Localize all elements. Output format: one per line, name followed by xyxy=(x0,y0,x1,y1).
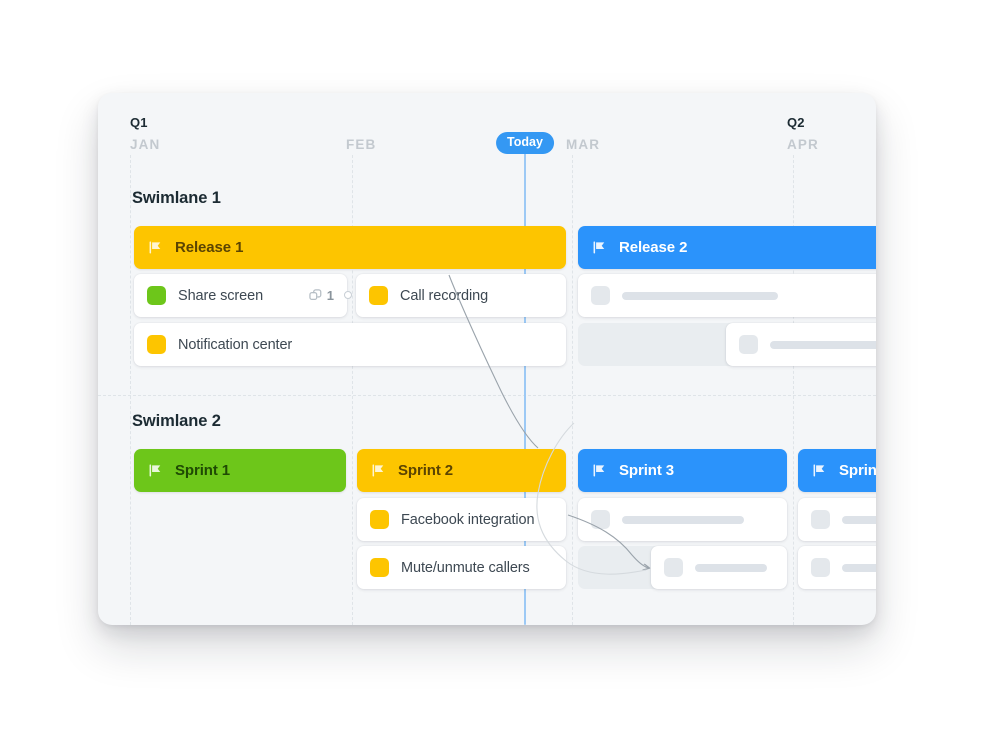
month-label-mar: MAR xyxy=(566,137,601,152)
quarter-label-q2: Q2 xyxy=(787,115,805,130)
flag-icon xyxy=(813,464,825,477)
placeholder-card xyxy=(798,546,876,589)
epic-bar-label: Sprint 3 xyxy=(619,462,675,479)
placeholder-swatch xyxy=(591,286,610,305)
epic-bar-sprint-2[interactable]: Sprint 2 xyxy=(357,449,566,492)
relations-count: 1 xyxy=(326,288,334,303)
relations-indicator[interactable]: 1 xyxy=(308,288,334,303)
swimlane-title-2: Swimlane 2 xyxy=(132,412,221,430)
flag-icon xyxy=(149,464,161,477)
swimlane-title-1: Swimlane 1 xyxy=(132,189,221,207)
epic-bar-label: Sprint 1 xyxy=(175,462,231,479)
task-card-label: Share screen xyxy=(178,287,264,304)
task-card-call-recording[interactable]: Call recording xyxy=(356,274,566,317)
placeholder-swatch xyxy=(811,510,830,529)
placeholder-swatch xyxy=(739,335,758,354)
epic-bar-sprint-3[interactable]: Sprint 3 xyxy=(578,449,787,492)
flag-icon xyxy=(149,241,161,254)
epic-bar-label: Release 2 xyxy=(619,239,688,256)
month-label-jan: JAN xyxy=(130,137,161,152)
today-marker[interactable]: Today xyxy=(496,132,554,154)
placeholder-card xyxy=(651,546,787,589)
placeholder-card xyxy=(578,498,787,541)
roadmap-screenshot: Q1 Q2 JAN FEB MAR APR Today Swimlane 1 R… xyxy=(0,0,981,742)
flag-icon xyxy=(593,464,605,477)
epic-bar-label: Release 1 xyxy=(175,239,244,256)
flag-icon xyxy=(372,464,384,477)
epic-bar-sprint-1[interactable]: Sprint 1 xyxy=(134,449,346,492)
epic-bar-label: Sprint 2 xyxy=(398,462,454,479)
placeholder-swatch xyxy=(811,558,830,577)
placeholder-card xyxy=(578,274,876,317)
task-card-facebook-integration[interactable]: Facebook integration xyxy=(357,498,566,541)
placeholder-bar xyxy=(842,515,876,524)
status-swatch xyxy=(370,558,389,577)
placeholder-bar xyxy=(770,340,876,349)
task-card-share-screen[interactable]: Share screen 1 xyxy=(134,274,347,317)
flag-icon xyxy=(593,241,605,254)
placeholder-bar xyxy=(622,291,778,300)
placeholder-swatch xyxy=(664,558,683,577)
placeholder-bar xyxy=(842,563,876,572)
epic-bar-label: Sprint 4 xyxy=(839,462,876,479)
task-card-label: Mute/unmute callers xyxy=(401,559,530,576)
connector-handle[interactable] xyxy=(344,291,352,299)
task-card-notification-center[interactable]: Notification center xyxy=(134,323,566,366)
epic-bar-release-2[interactable]: Release 2 xyxy=(578,226,876,269)
timeline-header: Q1 Q2 JAN FEB MAR APR xyxy=(98,93,876,167)
roadmap-panel: Q1 Q2 JAN FEB MAR APR Today Swimlane 1 R… xyxy=(98,93,876,625)
placeholder-bar xyxy=(695,563,767,572)
status-swatch xyxy=(370,510,389,529)
task-card-label: Call recording xyxy=(400,287,489,304)
month-label-apr: APR xyxy=(787,137,819,152)
status-swatch xyxy=(369,286,388,305)
placeholder-card xyxy=(726,323,876,366)
placeholder-swatch xyxy=(591,510,610,529)
status-swatch xyxy=(147,335,166,354)
epic-bar-release-1[interactable]: Release 1 xyxy=(134,226,566,269)
gridline-mar xyxy=(572,155,573,625)
relations-icon xyxy=(309,289,322,301)
gridline-jan xyxy=(130,155,131,625)
task-card-label: Facebook integration xyxy=(401,511,535,528)
placeholder-card xyxy=(798,498,876,541)
swimlane-divider xyxy=(98,395,876,396)
placeholder-bar xyxy=(622,515,744,524)
quarter-label-q1: Q1 xyxy=(130,115,148,130)
epic-bar-sprint-4[interactable]: Sprint 4 xyxy=(798,449,876,492)
status-swatch xyxy=(147,286,166,305)
task-card-label: Notification center xyxy=(178,336,293,353)
month-label-feb: FEB xyxy=(346,137,377,152)
task-card-mute-unmute-callers[interactable]: Mute/unmute callers xyxy=(357,546,566,589)
